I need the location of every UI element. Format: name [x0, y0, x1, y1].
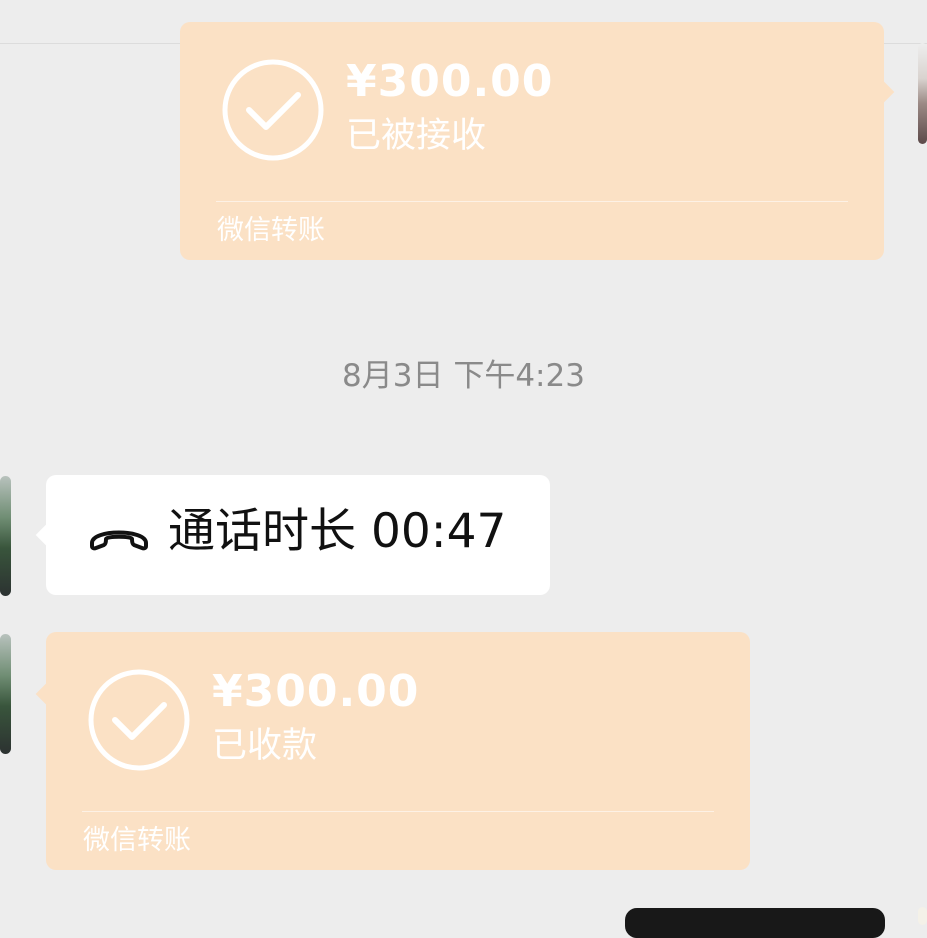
transfer-status: 已收款 — [212, 726, 318, 766]
check-circle-icon — [222, 59, 324, 161]
check-circle-icon — [88, 669, 190, 771]
transfer-status: 已被接收 — [346, 116, 487, 156]
bubble-tail — [871, 80, 895, 104]
transfer-message-collected[interactable]: ¥300.00 已收款 微信转账 — [35, 632, 750, 870]
transfer-message-received[interactable]: ¥300.00 已被接收 微信转账 — [180, 22, 895, 260]
divider — [82, 811, 714, 812]
contact-avatar[interactable] — [0, 634, 11, 754]
phone-hangup-icon — [90, 530, 148, 551]
transfer-amount: ¥300.00 — [346, 56, 554, 107]
divider — [216, 201, 848, 202]
contact-avatar[interactable] — [0, 476, 11, 596]
call-duration-text: 通话时长 00:47 — [168, 504, 507, 559]
message-timestamp: 8月3日 下午4:23 — [342, 358, 585, 394]
my-avatar[interactable] — [918, 907, 927, 925]
media-message[interactable] — [625, 908, 885, 938]
transfer-amount: ¥300.00 — [212, 666, 420, 717]
bubble-tail — [35, 523, 59, 547]
transfer-service-label: 微信转账 — [217, 215, 325, 246]
my-avatar[interactable] — [918, 43, 927, 144]
bubble-tail — [35, 682, 59, 706]
transfer-service-label: 微信转账 — [83, 825, 191, 856]
